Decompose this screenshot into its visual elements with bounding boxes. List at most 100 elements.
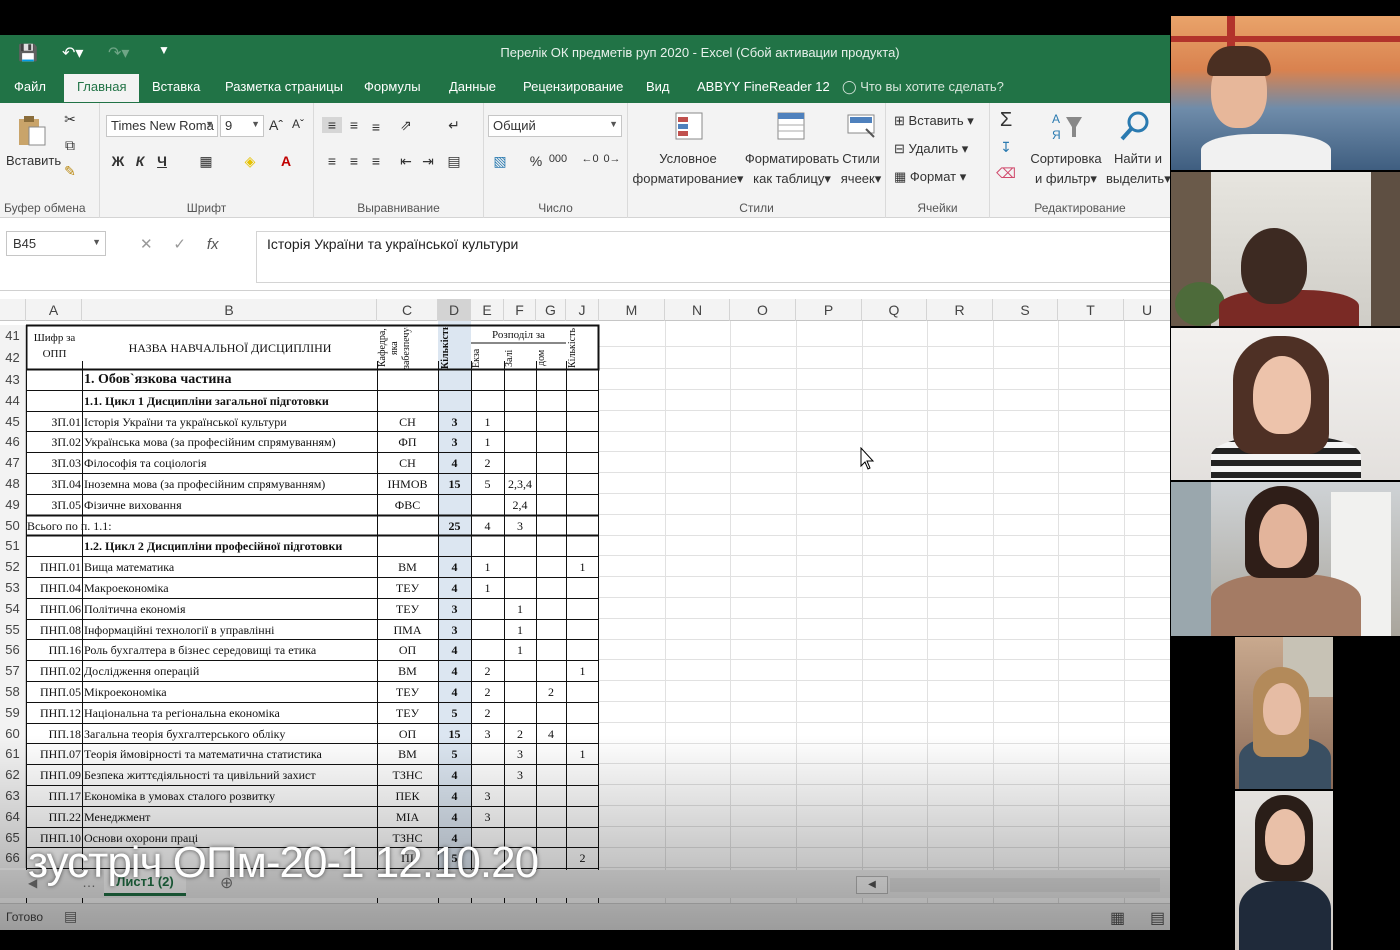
- increase-indent-icon[interactable]: ⇥: [418, 153, 438, 170]
- align-middle-icon[interactable]: ≡: [344, 117, 364, 133]
- column-header[interactable]: S: [993, 299, 1058, 321]
- decrease-decimal-icon[interactable]: 0→: [602, 153, 622, 165]
- sort-filter-icon[interactable]: AЯ: [1050, 109, 1084, 143]
- row-header[interactable]: 63: [0, 785, 26, 806]
- font-color-icon[interactable]: A: [276, 153, 296, 169]
- horizontal-scroll-left-icon[interactable]: ◀: [856, 876, 888, 894]
- column-header[interactable]: U: [1124, 299, 1170, 321]
- conditional-formatting-icon[interactable]: [672, 109, 706, 143]
- row-header[interactable]: 66: [0, 847, 26, 868]
- insert-function-icon[interactable]: fx: [207, 236, 219, 253]
- column-header[interactable]: F: [504, 299, 536, 321]
- row-header[interactable]: 57: [0, 660, 26, 681]
- find-select-icon[interactable]: [1118, 109, 1152, 143]
- name-box[interactable]: B45 ▼: [6, 231, 106, 256]
- tab-home[interactable]: Главная: [64, 74, 140, 102]
- column-header[interactable]: Q: [862, 299, 927, 321]
- conditional-formatting-button[interactable]: Условное форматирование▾: [628, 149, 748, 189]
- merge-cells-icon[interactable]: ▤: [444, 153, 464, 170]
- orientation-icon[interactable]: ⇗: [396, 117, 416, 134]
- formula-input[interactable]: Історія України та української культури: [256, 231, 1170, 283]
- row-header[interactable]: 49: [0, 494, 26, 515]
- cell-styles-icon[interactable]: [844, 109, 878, 143]
- paste-button[interactable]: Вставить: [6, 151, 61, 171]
- tab-view[interactable]: Вид: [646, 79, 670, 94]
- row-header[interactable]: 56: [0, 639, 26, 660]
- copy-icon[interactable]: ⧉: [60, 137, 80, 154]
- number-format-select[interactable]: Общий ▼: [488, 115, 622, 137]
- cell-styles-button[interactable]: Стили ячеек▾: [836, 149, 886, 189]
- format-as-table-button[interactable]: Форматировать как таблицу▾: [740, 149, 844, 189]
- macro-record-icon[interactable]: ▤: [64, 908, 77, 925]
- horizontal-scrollbar[interactable]: [890, 878, 1160, 892]
- fill-icon[interactable]: ↧: [996, 139, 1016, 156]
- italic-button[interactable]: К: [130, 153, 150, 169]
- column-header[interactable]: P: [796, 299, 862, 321]
- row-header[interactable]: 43: [0, 369, 26, 390]
- tell-me-search[interactable]: ◯ Что вы хотите сделать?: [842, 79, 1004, 95]
- cancel-icon[interactable]: ✕: [140, 236, 153, 253]
- column-header[interactable]: C: [377, 299, 438, 321]
- tab-file[interactable]: Файл: [14, 79, 46, 94]
- format-painter-icon[interactable]: ✎: [60, 163, 80, 180]
- underline-button[interactable]: Ч: [152, 153, 172, 169]
- row-header[interactable]: 64: [0, 806, 26, 827]
- tab-abbyy[interactable]: ABBYY FineReader 12: [697, 79, 830, 94]
- row-header[interactable]: 52: [0, 556, 26, 577]
- header-cell-name[interactable]: НАЗВА НАВЧАЛЬНОЇ ДИСЦИПЛІНИ: [83, 338, 377, 358]
- row-header[interactable]: 51: [0, 535, 26, 556]
- column-header[interactable]: R: [927, 299, 993, 321]
- font-name-select[interactable]: Times New Roma ▼: [106, 115, 218, 137]
- align-left-icon[interactable]: ≡: [322, 153, 342, 169]
- column-header[interactable]: G: [536, 299, 566, 321]
- column-header[interactable]: M: [599, 299, 665, 321]
- delete-cells-button[interactable]: ⊟ Удалить ▾: [894, 139, 968, 159]
- column-header[interactable]: J: [566, 299, 599, 321]
- normal-view-icon[interactable]: ▦: [1110, 908, 1125, 928]
- header-cell-distribution[interactable]: Розподіл за: [471, 327, 566, 343]
- column-header[interactable]: E: [471, 299, 504, 321]
- column-header[interactable]: O: [730, 299, 796, 321]
- row-header[interactable]: 41: [0, 325, 26, 347]
- borders-icon[interactable]: ▦: [196, 153, 216, 170]
- column-header[interactable]: A: [26, 299, 82, 321]
- tab-data[interactable]: Данные: [449, 79, 496, 94]
- cell-code[interactable]: Всього по п. 1.1:: [27, 516, 207, 536]
- grow-font-icon[interactable]: Aˆ: [266, 117, 286, 133]
- row-header[interactable]: 55: [0, 619, 26, 640]
- row-header[interactable]: 50: [0, 515, 26, 536]
- column-header[interactable]: D: [438, 299, 471, 321]
- row-header[interactable]: 62: [0, 764, 26, 785]
- autosum-icon[interactable]: Σ: [996, 109, 1016, 132]
- page-layout-view-icon[interactable]: ▤: [1150, 908, 1165, 928]
- currency-icon[interactable]: ▧: [490, 153, 510, 170]
- row-header[interactable]: 54: [0, 598, 26, 619]
- bold-button[interactable]: Ж: [108, 153, 128, 169]
- align-right-icon[interactable]: ≡: [366, 153, 386, 169]
- enter-icon[interactable]: ✓: [173, 236, 186, 253]
- shrink-font-icon[interactable]: Aˇ: [288, 117, 308, 131]
- column-header[interactable]: T: [1058, 299, 1124, 321]
- wrap-text-icon[interactable]: ↵: [444, 117, 464, 134]
- format-as-table-icon[interactable]: [774, 109, 808, 143]
- insert-cells-button[interactable]: ⊞ Вставить ▾: [894, 111, 974, 131]
- column-header[interactable]: N: [665, 299, 730, 321]
- row-header[interactable]: 48: [0, 473, 26, 494]
- find-select-button[interactable]: Найти и выделить▾: [1106, 149, 1170, 189]
- row-header[interactable]: 58: [0, 681, 26, 702]
- thousands-button[interactable]: 000: [548, 153, 568, 165]
- font-size-select[interactable]: 9 ▼: [220, 115, 264, 137]
- row-header[interactable]: 59: [0, 702, 26, 723]
- tab-page-layout[interactable]: Разметка страницы: [225, 79, 343, 94]
- row-header[interactable]: 44: [0, 390, 26, 411]
- increase-decimal-icon[interactable]: ←0: [580, 153, 600, 165]
- row-header[interactable]: 42: [0, 347, 26, 369]
- paste-icon[interactable]: [14, 113, 48, 147]
- row-header[interactable]: 45: [0, 411, 26, 432]
- row-header[interactable]: 53: [0, 577, 26, 598]
- percent-button[interactable]: %: [526, 153, 546, 169]
- cut-icon[interactable]: ✂: [60, 111, 80, 128]
- row-header[interactable]: 61: [0, 743, 26, 764]
- tab-formulas[interactable]: Формулы: [364, 79, 421, 94]
- select-all-corner[interactable]: [0, 299, 26, 321]
